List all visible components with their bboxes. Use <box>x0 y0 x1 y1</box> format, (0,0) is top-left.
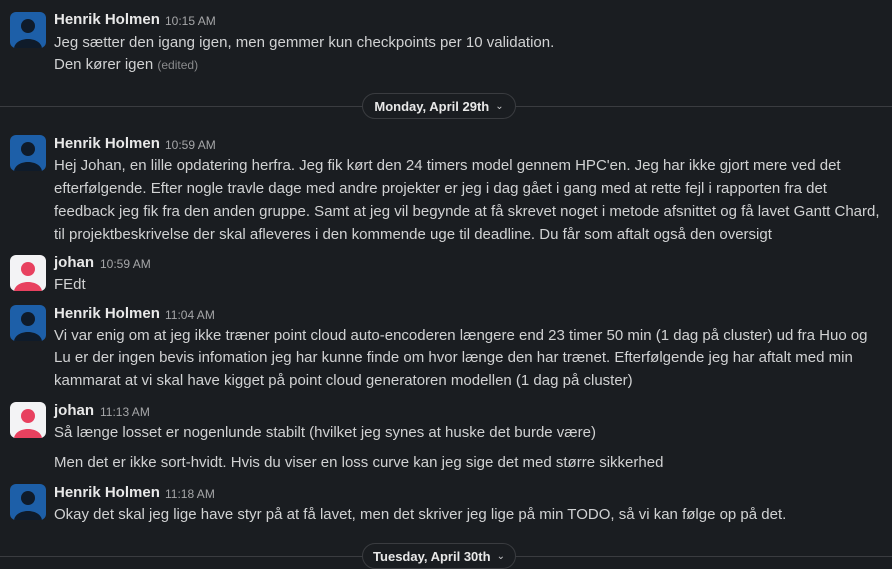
timestamp[interactable]: 11:04 AM <box>165 308 215 322</box>
timestamp[interactable]: 11:13 AM <box>100 405 150 419</box>
avatar[interactable] <box>10 12 46 48</box>
message-line: kammarat at vi skal have kigget på point… <box>54 372 633 389</box>
message-line: FEdt <box>54 276 86 293</box>
message-line: Så længe losset er nogenlunde stabilt (h… <box>54 424 596 441</box>
message-line: Den kører igen (edited) <box>54 56 198 73</box>
message-line: Hej Johan, en lille opdatering herfra. J… <box>54 157 841 174</box>
avatar[interactable] <box>10 255 46 291</box>
avatar[interactable] <box>10 305 46 341</box>
message-line: Okay det skal jeg lige have styr på at f… <box>54 506 787 523</box>
author-name[interactable]: Henrik Holmen <box>54 305 160 322</box>
message-line: Jeg sætter den igang igen, men gemmer ku… <box>54 34 555 51</box>
author-name[interactable]: johan <box>54 402 94 419</box>
avatar[interactable] <box>10 402 46 438</box>
date-label: Monday, April 29th <box>374 98 490 114</box>
message-line: Men det er ikke sort-hvidt. Hvis du vise… <box>54 454 664 471</box>
date-label: Tuesday, April 30th <box>373 548 491 564</box>
avatar[interactable] <box>10 484 46 520</box>
message-line: Lu er der ingen bevis infomation jeg har… <box>54 349 853 366</box>
message-line: efterfølgende. Efter nogle travle dage m… <box>54 180 827 197</box>
timestamp[interactable]: 10:59 AM <box>165 138 216 152</box>
author-name[interactable]: Henrik Holmen <box>54 135 160 152</box>
timestamp[interactable]: 10:15 AM <box>165 14 216 28</box>
author-name[interactable]: johan <box>54 254 94 271</box>
message-text: Den kører igen <box>54 56 154 73</box>
avatar[interactable] <box>10 135 46 171</box>
message-line: feedback jeg fik fra den anden gruppe. S… <box>54 203 880 220</box>
chevron-down-icon: ⌄ <box>495 100 504 112</box>
timestamp[interactable]: 11:18 AM <box>165 487 215 501</box>
author-name[interactable]: Henrik Holmen <box>54 484 160 501</box>
message-line: til projektbeskrivelse der skal aflevere… <box>54 226 772 243</box>
date-divider[interactable]: Monday, April 29th ⌄ <box>362 93 516 119</box>
author-name[interactable]: Henrik Holmen <box>54 11 160 28</box>
edited-label: (edited) <box>157 58 199 72</box>
timestamp[interactable]: 10:59 AM <box>100 257 151 271</box>
chevron-down-icon: ⌄ <box>496 550 505 562</box>
message-line: Vi var enig om at jeg ikke træner point … <box>54 327 868 344</box>
date-divider[interactable]: Tuesday, April 30th ⌄ <box>362 543 516 569</box>
